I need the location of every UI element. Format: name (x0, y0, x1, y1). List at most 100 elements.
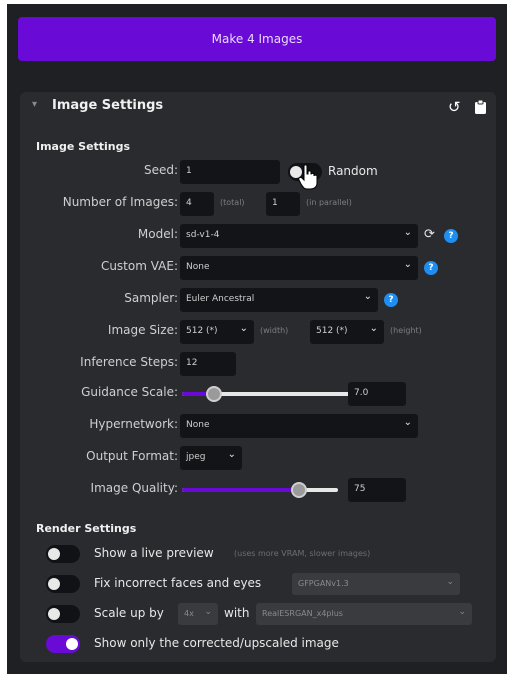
chevron-down-icon: ⌄ (403, 417, 412, 428)
image-settings-panel: ▾ Image Settings ↺ Image Settings Seed: … (20, 92, 496, 662)
render-settings-section-title: Render Settings (36, 522, 137, 535)
fix-faces-toggle[interactable] (46, 575, 80, 593)
slider-fill (182, 488, 299, 492)
chevron-down-icon: ⌄ (403, 227, 412, 238)
guidance-scale-label: Guidance Scale: (81, 385, 178, 399)
hand-cursor-icon (298, 164, 318, 194)
image-quality-row: Image Quality: 75 (20, 478, 496, 502)
image-quality-label: Image Quality: (90, 481, 178, 495)
custom-vae-label: Custom VAE: (100, 259, 178, 273)
show-corrected-row: Show only the corrected/upscaled image (20, 632, 496, 656)
image-size-label: Image Size: (107, 323, 178, 337)
seed-label: Seed: (143, 163, 178, 177)
chevron-down-icon: ⌄ (204, 607, 212, 617)
image-size-row: Image Size: 512 (*) ⌄ (width) 512 (*) ⌄ … (20, 320, 496, 344)
num-images-total-input[interactable]: 4 (180, 192, 214, 216)
inference-steps-row: Inference Steps: 12 (20, 352, 496, 376)
live-preview-row: Show a live preview (uses more VRAM, slo… (20, 542, 496, 566)
output-format-row: Output Format: jpeg ⌄ (20, 446, 496, 470)
parallel-hint: (in parallel) (306, 198, 352, 207)
image-height-value: 512 (*) (316, 326, 348, 336)
sampler-select[interactable]: Euler Ancestral ⌄ (180, 288, 378, 312)
face-model-select[interactable]: GFPGANv1.3 ⌄ (292, 573, 460, 595)
undo-icon[interactable]: ↺ (448, 98, 461, 116)
image-height-select[interactable]: 512 (*) ⌄ (310, 320, 384, 344)
panel-header[interactable]: ▾ Image Settings ↺ (20, 96, 496, 120)
upscale-factor-select[interactable]: 4x ⌄ (178, 603, 218, 625)
upscale-label: Scale up by (94, 606, 164, 620)
seed-row: Seed: 1 Random (20, 160, 496, 184)
panel-title: Image Settings (52, 98, 164, 113)
upscale-factor-value: 4x (184, 609, 194, 618)
chevron-down-icon: ⌄ (239, 323, 248, 334)
inference-steps-input[interactable]: 12 (180, 352, 236, 376)
custom-vae-value: None (186, 262, 210, 272)
chevron-down-icon: ⌄ (446, 577, 454, 587)
live-preview-hint: (uses more VRAM, slower images) (234, 549, 371, 558)
upscale-model-select[interactable]: RealESRGAN_x4plus ⌄ (256, 603, 472, 625)
sampler-value: Euler Ancestral (186, 294, 255, 304)
output-format-label: Output Format: (86, 449, 178, 463)
total-hint: (total) (220, 198, 245, 207)
random-label: Random (328, 164, 378, 178)
refresh-icon[interactable]: ⟳ (424, 227, 435, 242)
help-icon[interactable]: ? (424, 261, 438, 275)
guidance-scale-slider[interactable] (182, 386, 368, 402)
toggle-knob (48, 578, 60, 590)
custom-vae-row: Custom VAE: None ⌄ ? (20, 256, 496, 280)
height-hint: (height) (390, 326, 422, 335)
hypernetwork-select[interactable]: None ⌄ (180, 414, 418, 438)
chevron-down-icon: ⌄ (458, 607, 466, 617)
live-preview-label: Show a live preview (94, 546, 214, 560)
chevron-down-icon[interactable]: ▾ (32, 99, 37, 110)
output-format-select[interactable]: jpeg ⌄ (180, 446, 242, 470)
toggle-knob (48, 548, 60, 560)
image-settings-section-title: Image Settings (36, 140, 131, 153)
model-select[interactable]: sd-v1-4 ⌄ (180, 224, 418, 248)
chevron-down-icon: ⌄ (369, 323, 378, 334)
chevron-down-icon: ⌄ (363, 291, 372, 302)
help-icon[interactable]: ? (384, 293, 398, 307)
width-hint: (width) (260, 326, 289, 335)
upscale-model-value: RealESRGAN_x4plus (262, 609, 343, 618)
face-model-value: GFPGANv1.3 (298, 579, 349, 588)
model-value: sd-v1-4 (186, 230, 220, 240)
show-corrected-label: Show only the corrected/upscaled image (94, 636, 339, 650)
image-quality-input[interactable]: 75 (348, 478, 406, 502)
num-images-parallel-input[interactable]: 1 (266, 192, 300, 216)
output-format-value: jpeg (186, 452, 206, 462)
custom-vae-select[interactable]: None ⌄ (180, 256, 418, 280)
image-width-select[interactable]: 512 (*) ⌄ (180, 320, 254, 344)
chevron-down-icon: ⌄ (403, 259, 412, 270)
fix-faces-label: Fix incorrect faces and eyes (94, 576, 262, 590)
image-quality-slider[interactable] (182, 482, 338, 498)
slider-thumb[interactable] (205, 386, 222, 402)
num-images-label: Number of Images: (62, 195, 178, 209)
with-label: with (224, 606, 250, 620)
live-preview-toggle[interactable] (46, 545, 80, 563)
make-images-button[interactable]: Make 4 Images (18, 17, 496, 61)
show-corrected-toggle[interactable] (46, 635, 80, 653)
inference-steps-label: Inference Steps: (80, 355, 178, 369)
fix-faces-row: Fix incorrect faces and eyes GFPGANv1.3 … (20, 572, 496, 596)
toggle-knob (48, 608, 60, 620)
seed-input[interactable]: 1 (180, 160, 280, 184)
sampler-row: Sampler: Euler Ancestral ⌄ ? (20, 288, 496, 312)
guidance-scale-input[interactable]: 7.0 (348, 382, 406, 406)
toggle-knob (66, 638, 78, 650)
clipboard-icon[interactable] (475, 99, 486, 118)
image-width-value: 512 (*) (186, 326, 218, 336)
upscale-toggle[interactable] (46, 605, 80, 623)
num-images-row: Number of Images: 4 (total) 1 (in parall… (20, 192, 496, 216)
model-row: Model: sd-v1-4 ⌄ ⟳ ? (20, 224, 496, 248)
hypernetwork-value: None (186, 420, 210, 430)
chevron-down-icon: ⌄ (227, 449, 236, 460)
upscale-row: Scale up by 4x ⌄ with RealESRGAN_x4plus … (20, 602, 496, 626)
hypernetwork-row: Hypernetwork: None ⌄ (20, 414, 496, 438)
app-window: Make 4 Images ▾ Image Settings ↺ Image S… (7, 4, 507, 674)
slider-thumb[interactable] (291, 482, 307, 498)
guidance-scale-row: Guidance Scale: 7.0 (20, 382, 496, 406)
model-label: Model: (137, 227, 178, 241)
sampler-label: Sampler: (124, 291, 178, 305)
help-icon[interactable]: ? (444, 229, 458, 243)
